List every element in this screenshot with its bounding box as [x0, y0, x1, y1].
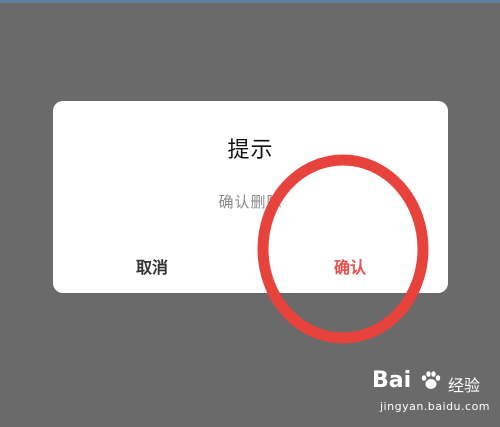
- baidu-jingyan-watermark: Bai 经验 jingyan.baidu.com: [362, 368, 492, 424]
- top-strip: [0, 0, 500, 3]
- watermark-url: jingyan.baidu.com: [380, 400, 491, 413]
- dialog-title: 提示: [227, 138, 274, 163]
- watermark-logo-suffix: 经验: [448, 376, 481, 395]
- confirm-button[interactable]: 确认: [334, 254, 366, 278]
- dialog-message: 确认删除: [218, 193, 283, 211]
- confirm-dialog: 提示 确认删除 取消 确认: [53, 101, 448, 293]
- screen: 提示 确认删除 取消 确认 Bai 经验 jingyan.baidu.com: [0, 0, 500, 427]
- dialog-actions: 取消 确认: [53, 246, 448, 286]
- paw-icon: [421, 371, 441, 389]
- watermark-logo-text: Bai: [372, 368, 412, 393]
- cancel-button[interactable]: 取消: [136, 254, 168, 278]
